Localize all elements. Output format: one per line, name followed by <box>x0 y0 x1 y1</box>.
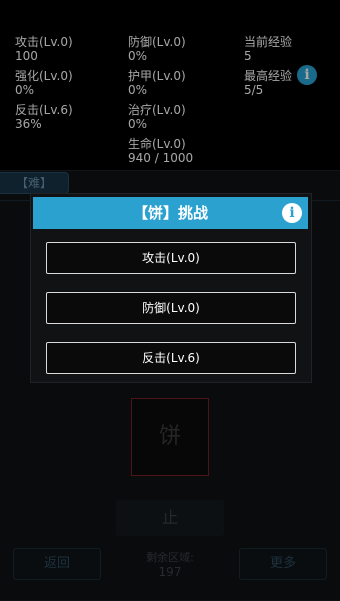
dialog-header: 【饼】挑战 i <box>33 197 308 229</box>
challenge-dialog: 【饼】挑战 i 攻击(Lv.0) 防御(Lv.0) 反击(Lv.6) <box>30 193 312 383</box>
choice-attack-button[interactable]: 攻击(Lv.0) <box>46 242 296 274</box>
choice-defense-button[interactable]: 防御(Lv.0) <box>46 292 296 324</box>
dialog-info-icon[interactable]: i <box>282 203 302 223</box>
choice-counter-button[interactable]: 反击(Lv.6) <box>46 342 296 374</box>
dialog-title: 【饼】挑战 <box>132 204 208 222</box>
